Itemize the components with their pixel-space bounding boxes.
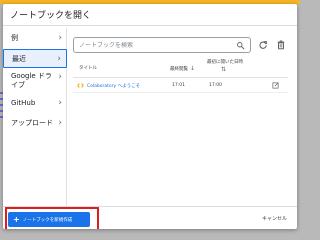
source-sidebar: 例 › 最近 › Google ドライブ › GitHub › アップロード › xyxy=(3,28,67,206)
chevron-right-icon: › xyxy=(58,33,62,43)
open-notebook-dialog: ノートブックを開く 例 › 最近 › Google ドライブ › GitHub … xyxy=(3,4,297,229)
sidebar-item-label: GitHub xyxy=(11,99,36,107)
chevron-right-icon: › xyxy=(58,98,62,108)
search-box xyxy=(73,37,251,53)
search-input[interactable] xyxy=(79,41,236,49)
chevron-right-icon: › xyxy=(58,118,62,128)
colab-logo-icon xyxy=(77,83,84,88)
dialog-header: ノートブックを開く xyxy=(3,4,297,24)
sidebar-item-upload[interactable]: アップロード › xyxy=(3,115,67,131)
column-header-label: 最初に開いた日時 xyxy=(207,60,243,65)
chevron-right-icon: › xyxy=(58,72,62,82)
sidebar-item-label: アップロード xyxy=(11,119,53,127)
chevron-right-icon: › xyxy=(57,53,61,64)
sidebar-item-label: 最近 xyxy=(12,54,26,63)
sidebar-item-github[interactable]: GitHub › xyxy=(3,95,67,111)
cancel-button[interactable]: キャンセル xyxy=(262,215,287,222)
arrow-down-icon: ↓ xyxy=(190,65,196,72)
notebook-title-link[interactable]: Colaboratory へようこそ xyxy=(87,83,140,89)
column-header-first-opened[interactable]: 最初に開いた日時 ⇅ xyxy=(207,59,243,73)
dialog-title: ノートブックを開く xyxy=(10,10,92,21)
sidebar-item-label: Google ドライブ xyxy=(11,72,52,89)
sort-arrows-icon: ⇅ xyxy=(221,66,227,73)
sidebar-item-label: 例 xyxy=(11,34,18,42)
search-icon[interactable] xyxy=(236,41,245,50)
refresh-icon[interactable] xyxy=(258,40,268,50)
sidebar-item-recent[interactable]: 最近 › xyxy=(3,49,67,68)
highlight-box xyxy=(5,207,99,229)
column-header-last-opened[interactable]: 最終閲覧 ↓ xyxy=(170,65,195,72)
sidebar-item-google-drive[interactable]: Google ドライブ › xyxy=(3,71,67,93)
column-header-label: 最終閲覧 xyxy=(170,66,188,72)
column-header-title[interactable]: タイトル xyxy=(79,65,97,71)
notebook-table-header: タイトル 最終閲覧 ↓ 最初に開いた日時 ⇅ xyxy=(73,56,288,78)
first-opened-time: 17:00 xyxy=(209,83,222,88)
header-divider xyxy=(3,25,297,26)
table-row[interactable]: Colaboratory へようこそ 17:01 17:00 xyxy=(73,79,288,93)
open-in-new-icon[interactable] xyxy=(272,82,279,89)
sidebar-item-examples[interactable]: 例 › xyxy=(3,30,67,46)
trash-icon[interactable] xyxy=(276,40,286,50)
last-opened-time: 17:01 xyxy=(172,83,185,88)
